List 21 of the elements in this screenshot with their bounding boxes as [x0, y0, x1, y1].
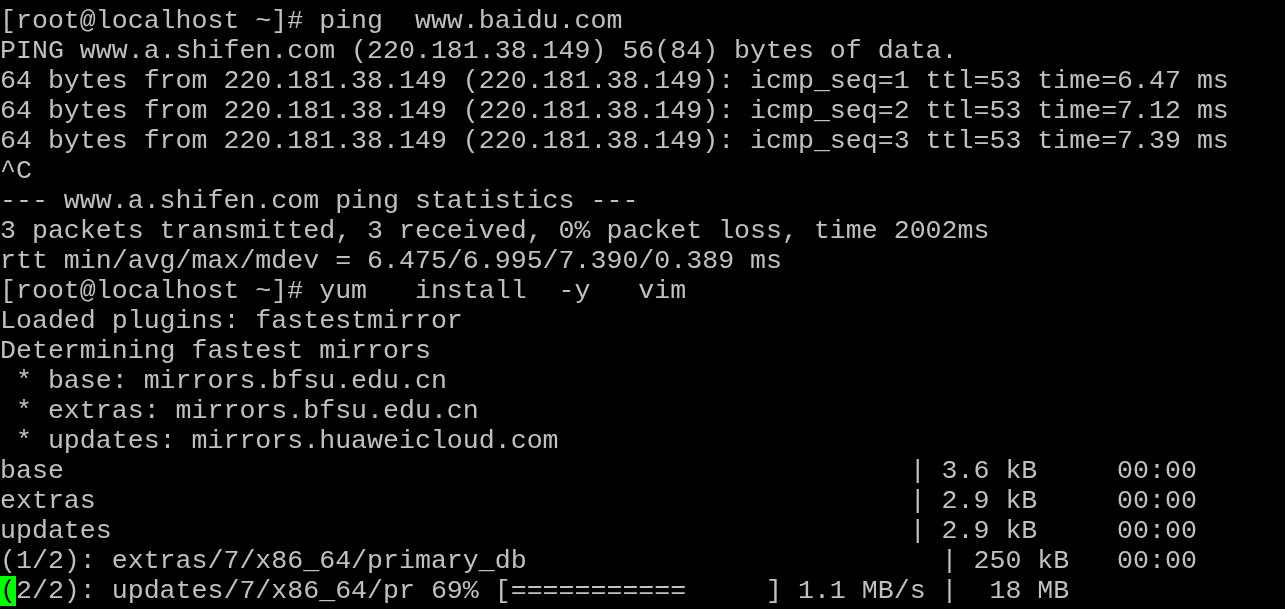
terminal-line: extras | 2.9 kB 00:00	[0, 486, 1197, 516]
terminal-line: [root@localhost ~]# ping www.baidu.com	[0, 6, 623, 36]
terminal-line: * base: mirrors.bfsu.edu.cn	[14, 366, 447, 396]
terminal-line: 64 bytes from 220.181.38.149 (220.181.38.149): icmp_seq=3 ttl=53 time=7.39 ms	[0, 126, 1229, 156]
terminal-line: 3 packets transmitted, 3 received, 0% packet loss, time 2002ms	[0, 216, 990, 246]
terminal-line: updates | 2.9 kB 00:00	[0, 516, 1197, 546]
terminal-line: * extras: mirrors.bfsu.edu.cn	[14, 396, 479, 426]
terminal-line: Determining fastest mirrors	[0, 336, 431, 366]
terminal-line: 2/2): updates/7/x86_64/pr 69% [=========== ] 1.1 MB/s | 18 MB	[15, 576, 1070, 606]
terminal-line: * updates: mirrors.huaweicloud.com	[14, 426, 559, 456]
terminal-line: (1/2): extras/7/x86_64/primary_db | 250 kB 00:00	[0, 546, 1197, 576]
terminal-line: Loaded plugins: fastestmirror	[0, 306, 463, 336]
terminal-line: ^C	[0, 156, 32, 186]
cursor: (	[0, 576, 16, 606]
terminal-line: 64 bytes from 220.181.38.149 (220.181.38.149): icmp_seq=1 ttl=53 time=6.47 ms	[0, 66, 1229, 96]
terminal-line: PING www.a.shifen.com (220.181.38.149) 56(84) bytes of data.	[0, 36, 958, 66]
terminal-line: [root@localhost ~]# yum install -y vim	[0, 276, 687, 306]
terminal-line: base | 3.6 kB 00:00	[0, 456, 1197, 486]
terminal-line: --- www.a.shifen.com ping statistics ---	[0, 186, 639, 216]
terminal-line: 64 bytes from 220.181.38.149 (220.181.38.149): icmp_seq=2 ttl=53 time=7.12 ms	[0, 96, 1229, 126]
terminal-line: rtt min/avg/max/mdev = 6.475/6.995/7.390/0.389 ms	[0, 246, 782, 276]
